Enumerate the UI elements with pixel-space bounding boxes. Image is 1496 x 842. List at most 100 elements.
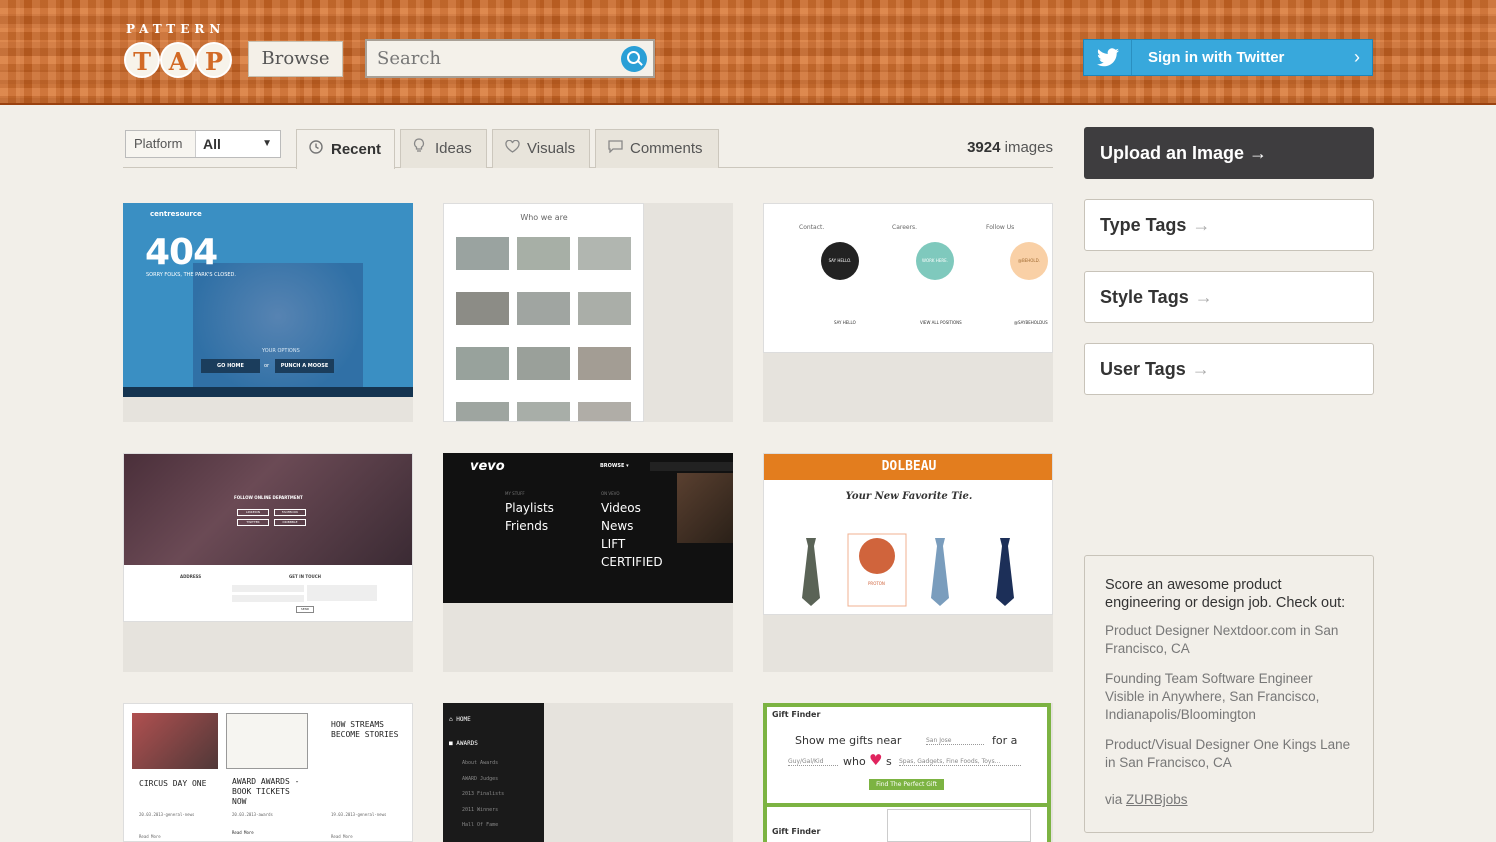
tab-comments[interactable]: Comments: [595, 129, 719, 168]
thumb-playlists: Playlists: [505, 501, 554, 515]
thumb-readmore3: Read More: [331, 834, 353, 839]
person-photo: [193, 263, 363, 397]
tab-recent[interactable]: Recent: [296, 129, 395, 169]
header: PATTERN T A P Browse Sign in with Twitte…: [0, 0, 1496, 105]
thumb-giftfinder-title2: Gift Finder: [772, 827, 821, 836]
thumb-onvevo: ON VEVO: [601, 491, 620, 496]
upload-label: Upload an Image: [1100, 143, 1245, 163]
tab-ideas[interactable]: Ideas: [400, 129, 487, 168]
zurbjobs-link[interactable]: ZURBjobs: [1126, 792, 1188, 807]
gallery-item[interactable]: CIRCUS DAY ONE AWARD AWARDS - BOOK TICKE…: [123, 703, 413, 842]
pattern-tap-logo[interactable]: PATTERN T A P: [124, 22, 234, 82]
platform-select[interactable]: Platform All: [125, 130, 281, 158]
screenshot-thumbnail[interactable]: Who we are: [443, 203, 644, 422]
image-count-suffix: images: [1000, 139, 1053, 156]
thumb-circle-teal: WORK HERE.: [916, 242, 954, 280]
gallery-item[interactable]: DOLBEAU Your New Favorite Tie. PROTON: [763, 453, 1053, 672]
screenshot-thumbnail[interactable]: CIRCUS DAY ONE AWARD AWARDS - BOOK TICKE…: [123, 703, 413, 842]
thumb-punch-moose: PUNCH A MOOSE: [275, 359, 334, 373]
twitter-label: Sign in with Twitter: [1148, 49, 1285, 66]
jobs-via: via ZURBjobs: [1105, 792, 1353, 807]
screenshot-thumbnail[interactable]: vevo BROWSE ▾ MY STUFF ON VEVO Playlists…: [443, 453, 733, 603]
user-tags-link[interactable]: User Tags →: [1084, 343, 1374, 395]
thumb-btn2: FACEBOOK: [274, 509, 306, 516]
thumb-gift-loc: San Jose: [926, 737, 984, 745]
thumb-date1: 20.03.2013-general-news: [139, 812, 195, 817]
sign-in-twitter-button[interactable]: Sign in with Twitter ›: [1083, 39, 1373, 76]
gallery-item[interactable]: FOLLOW ONLINE DEPARTMENT LINKEDIN FACEBO…: [123, 453, 413, 672]
arrow-right-icon: →: [1249, 143, 1268, 163]
search-box: [365, 39, 655, 78]
thumb-title: Who we are: [520, 213, 568, 222]
gallery-item[interactable]: Who we are: [443, 203, 733, 422]
gallery-item[interactable]: Contact. Careers. Follow Us SAY HELLO. W…: [763, 203, 1053, 422]
gallery-item[interactable]: vevo BROWSE ▾ MY STUFF ON VEVO Playlists…: [443, 453, 733, 672]
thumb-proton: PROTON: [868, 581, 885, 586]
ties-illustration: [802, 533, 1014, 607]
thumb-videos: Videos: [601, 501, 641, 515]
thumb-post-b: AWARD AWARDS - BOOK TICKETS NOW: [232, 777, 300, 806]
tab-comments-label: Comments: [630, 140, 703, 157]
screenshot-thumbnail[interactable]: centresource 404 SORRY FOLKS, THE PARK'S…: [123, 203, 413, 397]
thumb-gift-line1: Show me gifts near: [795, 734, 902, 747]
gallery-item[interactable]: ⌂ HOME ■ AWARDS About Awards AWARD Judge…: [443, 703, 733, 842]
thumb-vevo-logo: vevo: [470, 459, 505, 474]
thumb-go-home: GO HOME: [201, 359, 260, 373]
thumb-or: or: [264, 363, 270, 369]
thumb-giftfinder-title: Gift Finder: [772, 710, 821, 719]
tab-visuals[interactable]: Visuals: [492, 129, 590, 168]
screenshot-thumbnail[interactable]: Contact. Careers. Follow Us SAY HELLO. W…: [763, 203, 1053, 353]
thumb-news: News: [601, 519, 634, 533]
logo-letter-a: A: [160, 42, 196, 78]
job-listing[interactable]: Product/Visual Designer One Kings Lane i…: [1105, 736, 1353, 772]
tab-ideas-label: Ideas: [435, 140, 472, 157]
thumb-send: SEND: [296, 606, 314, 613]
thumb-address: ADDRESS: [180, 574, 202, 579]
thumb-circle-dark: SAY HELLO.: [821, 242, 859, 280]
upload-image-button[interactable]: Upload an Image →: [1084, 127, 1374, 179]
thumb-post-c: HOW STREAMS BECOME STORIES: [331, 720, 399, 739]
search-icon[interactable]: [621, 46, 647, 72]
jobs-panel: Score an awesome product engineering or …: [1084, 555, 1374, 833]
comment-icon: [608, 130, 626, 168]
thumb-contact: Contact.: [799, 224, 825, 231]
screenshot-thumbnail[interactable]: ⌂ HOME ■ AWARDS About Awards AWARD Judge…: [443, 703, 544, 842]
clock-icon: [309, 131, 327, 169]
thumb-btn3: TWITTER: [237, 519, 269, 526]
search-input[interactable]: [367, 41, 607, 76]
thumb-nav-item: 2011 Winners: [462, 807, 499, 813]
thumb-dolbeau-logo: DOLBEAU: [881, 459, 937, 474]
heart-icon: ♥: [869, 751, 883, 769]
image-count: 3924 images: [967, 139, 1053, 156]
logo-letter-p: P: [196, 42, 232, 78]
thumb-gift-s: s: [886, 755, 892, 768]
thumb-tagline: Your New Favorite Tie.: [845, 491, 973, 502]
gallery-item[interactable]: Gift Finder Show me gifts near San Jose …: [763, 703, 1053, 842]
thumb-link3: @SAYBEHOLDUS: [1014, 320, 1048, 325]
gallery-item[interactable]: centresource 404 SORRY FOLKS, THE PARK'S…: [123, 203, 413, 422]
thumb-brand: centresource: [150, 210, 202, 218]
logo-letter-t: T: [124, 42, 160, 78]
thumb-link1: SAY HELLO: [834, 320, 856, 325]
thumb-browse: BROWSE ▾: [600, 463, 629, 469]
thumb-gift-line2: who: [843, 755, 866, 768]
job-listing[interactable]: Founding Team Software Engineer Visible …: [1105, 670, 1353, 724]
screenshot-thumbnail[interactable]: FOLLOW ONLINE DEPARTMENT LINKEDIN FACEBO…: [123, 453, 413, 622]
thumb-nav-item: Hall Of Fame: [462, 822, 499, 828]
style-tags-link[interactable]: Style Tags →: [1084, 271, 1374, 323]
thumb-post-a: CIRCUS DAY ONE: [139, 779, 207, 788]
thumb-careers: Careers.: [892, 224, 918, 231]
screenshot-thumbnail[interactable]: DOLBEAU Your New Favorite Tie. PROTON: [763, 453, 1053, 615]
via-prefix: via: [1105, 792, 1127, 807]
job-listing[interactable]: Product Designer Nextdoor.com in San Fra…: [1105, 622, 1353, 658]
filter-bar: Platform All Recent Ideas Visuals Commen…: [123, 128, 1053, 169]
browse-button[interactable]: Browse: [248, 41, 343, 77]
thumb-touch: GET IN TOUCH: [289, 574, 322, 579]
lightbulb-icon: [413, 130, 431, 168]
platform-value[interactable]: All: [196, 131, 280, 157]
type-tags-link[interactable]: Type Tags →: [1084, 199, 1374, 251]
thumb-gift-likes: Spas, Gadgets, Fine Foods, Toys...: [899, 758, 1021, 766]
screenshot-thumbnail[interactable]: Gift Finder Show me gifts near San Jose …: [763, 703, 1051, 842]
thumb-readmore2: Read More: [232, 830, 254, 835]
user-tags-label: User Tags: [1100, 359, 1186, 379]
